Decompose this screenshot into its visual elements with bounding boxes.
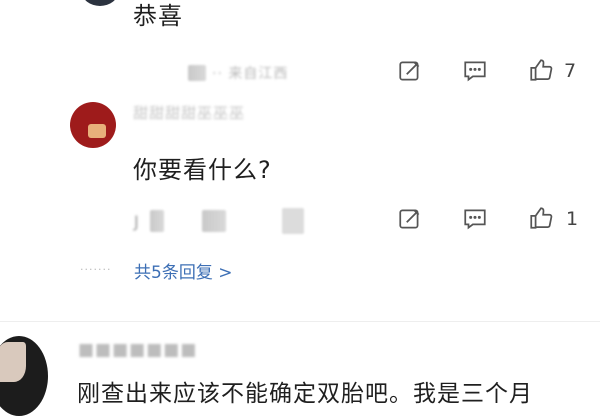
comment-text: 刚查出来应该不能确定双胎吧。我是三个月 [77, 381, 533, 407]
thumbs-up-icon[interactable] [528, 57, 554, 83]
avatar[interactable] [70, 102, 116, 148]
reply-icon[interactable] [462, 58, 488, 84]
divider [0, 321, 600, 322]
username[interactable]: 甜甜甜甜巫巫巫 [133, 102, 245, 123]
edit-icon[interactable] [397, 206, 423, 232]
comment-meta: ·· 来自江西 [188, 63, 288, 83]
location-label: ·· 来自江西 [212, 66, 289, 82]
meta-redacted [149, 210, 164, 232]
comment-text: 你要看什么? [133, 156, 272, 184]
reply-icon[interactable] [462, 206, 488, 232]
comment-text: 恭喜 [133, 2, 183, 30]
expand-replies-link[interactable]: 共5条回复 > [134, 258, 232, 283]
avatar[interactable] [0, 336, 48, 416]
meta-redacted [201, 210, 226, 232]
comment-meta: J [134, 208, 304, 234]
avatar[interactable] [82, 0, 118, 6]
dots-separator: ······· [80, 263, 112, 276]
thumbs-up-icon[interactable] [528, 205, 554, 231]
timestamp-redacted [188, 65, 206, 81]
username[interactable]: ■■■■■■■ [78, 340, 197, 360]
like-count: 1 [566, 208, 579, 230]
like-count: 7 [564, 60, 577, 82]
edit-icon[interactable] [397, 58, 423, 84]
meta-text: J [134, 211, 140, 231]
meta-redacted [281, 208, 304, 234]
